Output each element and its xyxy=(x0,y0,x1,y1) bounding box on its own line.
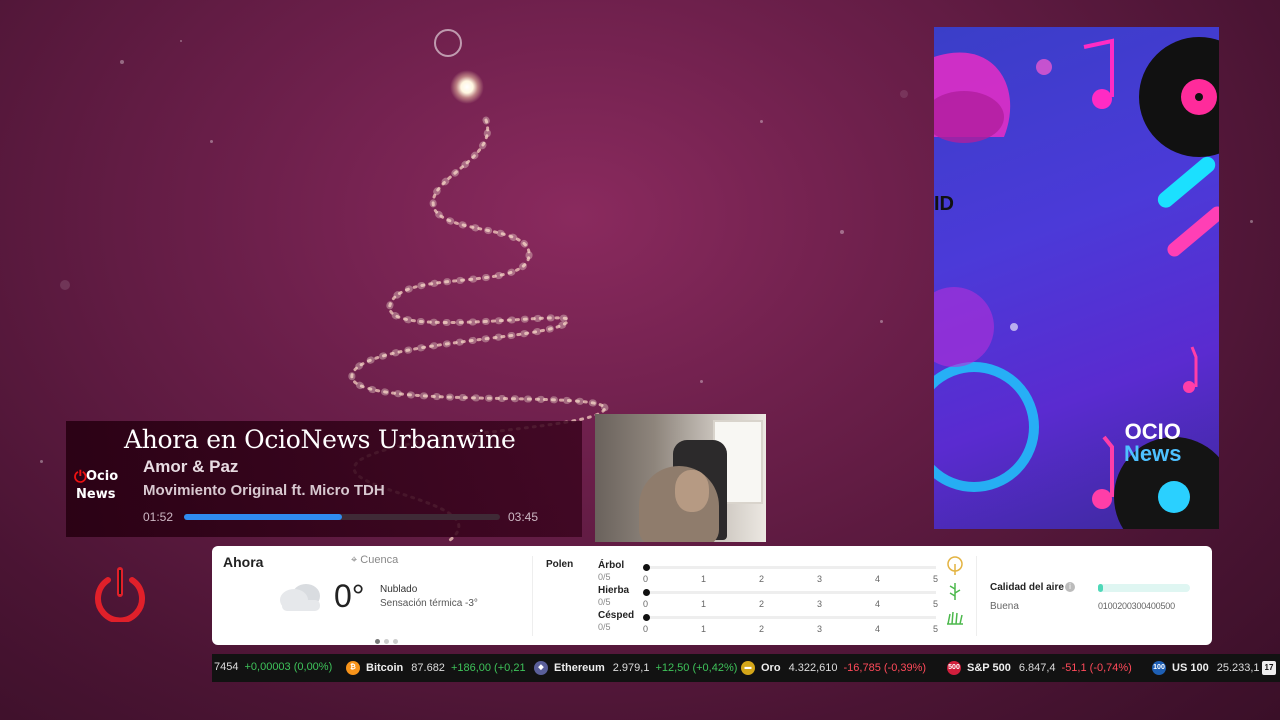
ticker-item-sp500[interactable]: 500 S&P 500 6.847,4 -51,1 (-0,74%) xyxy=(947,661,1132,675)
pollen-value: 0/5 xyxy=(598,597,611,607)
carousel-dots[interactable] xyxy=(375,631,402,649)
ticker-change: -16,785 (-0,39%) xyxy=(843,662,927,674)
location-name: Cuenca xyxy=(360,554,399,566)
tradingview-logo-icon: 17 xyxy=(1262,661,1276,675)
sp500-icon: 500 xyxy=(947,661,961,675)
ticker-name: US 100 xyxy=(1172,662,1209,674)
ocionews-logo-icon: ⏻ Ocio News xyxy=(72,465,136,509)
gold-icon: ▬ xyxy=(741,661,755,675)
market-ticker: 7454 +0,00003 (0,00%) ₿ Bitcoin 87.682 +… xyxy=(212,654,1280,682)
power-icon[interactable] xyxy=(94,566,146,622)
ticker-change: -51,1 (-0,74%) xyxy=(1061,662,1132,674)
ticker-price: 4.322,610 xyxy=(788,662,838,674)
ticker-price: 6.847,4 xyxy=(1018,662,1056,674)
logo-text-top: Ocio xyxy=(86,469,119,484)
star-icon xyxy=(450,70,484,104)
ticker-price: 25.233,1 xyxy=(1216,662,1260,674)
carousel-dot[interactable] xyxy=(384,639,389,644)
ticker-change: +12,50 (+0,42%) xyxy=(655,662,738,674)
carousel-dot[interactable] xyxy=(375,639,380,644)
ticker-name: Oro xyxy=(761,662,781,674)
divider xyxy=(532,556,533,636)
now-playing-panel: Ahora en OcioNews Urbanwine ⏻ Ocio News … xyxy=(66,421,582,537)
elapsed-time: 01:52 xyxy=(143,510,174,524)
promo-side-text: ID xyxy=(934,193,954,215)
pollen-track xyxy=(646,591,936,594)
air-quality-bar xyxy=(1098,584,1190,592)
pollen-row-lawn: Césped 0/5 012345 xyxy=(598,610,963,634)
ocionews-promo-logo: OCIO News xyxy=(1124,419,1181,467)
pollen-name: Hierba xyxy=(598,585,630,596)
ticker-price: 2.979,1 xyxy=(612,662,650,674)
air-quality-fill xyxy=(1098,584,1103,592)
ticker-item-us100[interactable]: 100 US 100 25.233,1 xyxy=(1152,661,1266,675)
tree-pollen-icon xyxy=(947,556,963,575)
divider xyxy=(976,556,977,636)
webcam-person-head xyxy=(675,470,709,512)
weather-widget: Ahora ⌖ Cuenca 0° Nublado Sensación térm… xyxy=(212,546,1212,645)
song-artist: Movimiento Original ft. Micro TDH xyxy=(143,482,385,499)
lawn-pollen-icon xyxy=(947,611,963,625)
pollen-row-tree: Árbol 0/5 012345 xyxy=(598,556,963,584)
ticker-item-bitcoin[interactable]: ₿ Bitcoin 87.682 +186,00 (+0,21 xyxy=(346,661,526,675)
ticker-change: +0,00003 (0,00%) xyxy=(244,661,333,673)
playback-progress-fill xyxy=(184,514,342,520)
ethereum-icon: ◆ xyxy=(534,661,548,675)
ticker-item-ethereum[interactable]: ◆ Ethereum 2.979,1 +12,50 (+0,42%) xyxy=(534,661,737,675)
location-pin-icon: ⌖ xyxy=(351,554,358,566)
bitcoin-icon: ₿ xyxy=(346,661,360,675)
pollen-level-marker xyxy=(643,614,650,621)
carousel-dot[interactable] xyxy=(393,639,398,644)
feels-like: Sensación térmica -3° xyxy=(380,598,478,609)
pollen-level-marker xyxy=(643,564,650,571)
us100-icon: 100 xyxy=(1152,661,1166,675)
weather-location[interactable]: ⌖ Cuenca xyxy=(351,554,398,567)
pollen-row-grass: Hierba 0/5 012345 xyxy=(598,583,961,609)
ticker-item-gold[interactable]: ▬ Oro 4.322,610 -16,785 (-0,39%) xyxy=(741,661,926,675)
pollen-name: Árbol xyxy=(598,560,625,571)
logo-text-bottom: News xyxy=(76,487,116,502)
ticker-name: Bitcoin xyxy=(366,662,404,674)
pollen-track xyxy=(646,616,936,619)
song-title: Amor & Paz xyxy=(143,457,239,476)
now-playing-header: Ahora en OcioNews Urbanwine xyxy=(124,425,516,454)
ticker-item[interactable]: 7454 +0,00003 (0,00%) xyxy=(214,661,332,673)
pollen-name: Césped xyxy=(598,610,635,621)
pollen-level-marker xyxy=(643,589,650,596)
ticker-name: S&P 500 xyxy=(967,662,1011,674)
tree-top-ring xyxy=(434,29,462,57)
pollen-track xyxy=(646,566,936,569)
pollen-value: 0/5 xyxy=(598,572,611,582)
weather-title: Ahora xyxy=(223,554,264,570)
ticker-price: 7454 xyxy=(214,661,239,673)
air-quality-label: Calidad del aire xyxy=(990,582,1064,593)
grass-pollen-icon xyxy=(949,583,961,600)
music-promo-panel: ID OCIO News xyxy=(934,27,1219,529)
tradingview-logo-text: 17 xyxy=(1262,661,1276,675)
total-time: 03:45 xyxy=(508,510,539,524)
webcam-feed xyxy=(595,414,766,542)
promo-logo-line2: News xyxy=(1124,441,1182,466)
logo-power-mark: ⏻ xyxy=(74,467,87,486)
ticker-name: Ethereum xyxy=(554,662,605,674)
ticker-change: +186,00 (+0,21 xyxy=(450,662,526,674)
weather-condition: Nublado xyxy=(380,584,418,595)
air-quality-scale: 0100200300400500 xyxy=(1098,601,1175,611)
info-icon[interactable]: i xyxy=(1065,582,1075,592)
pollen-label: Polen xyxy=(546,559,574,570)
pollen-value: 0/5 xyxy=(598,622,611,632)
ticker-price: 87.682 xyxy=(411,662,445,674)
playback-progress-bar xyxy=(184,514,500,520)
air-quality-value: Buena xyxy=(990,601,1019,612)
cloud-icon xyxy=(280,584,320,611)
current-temperature: 0° xyxy=(334,578,365,614)
